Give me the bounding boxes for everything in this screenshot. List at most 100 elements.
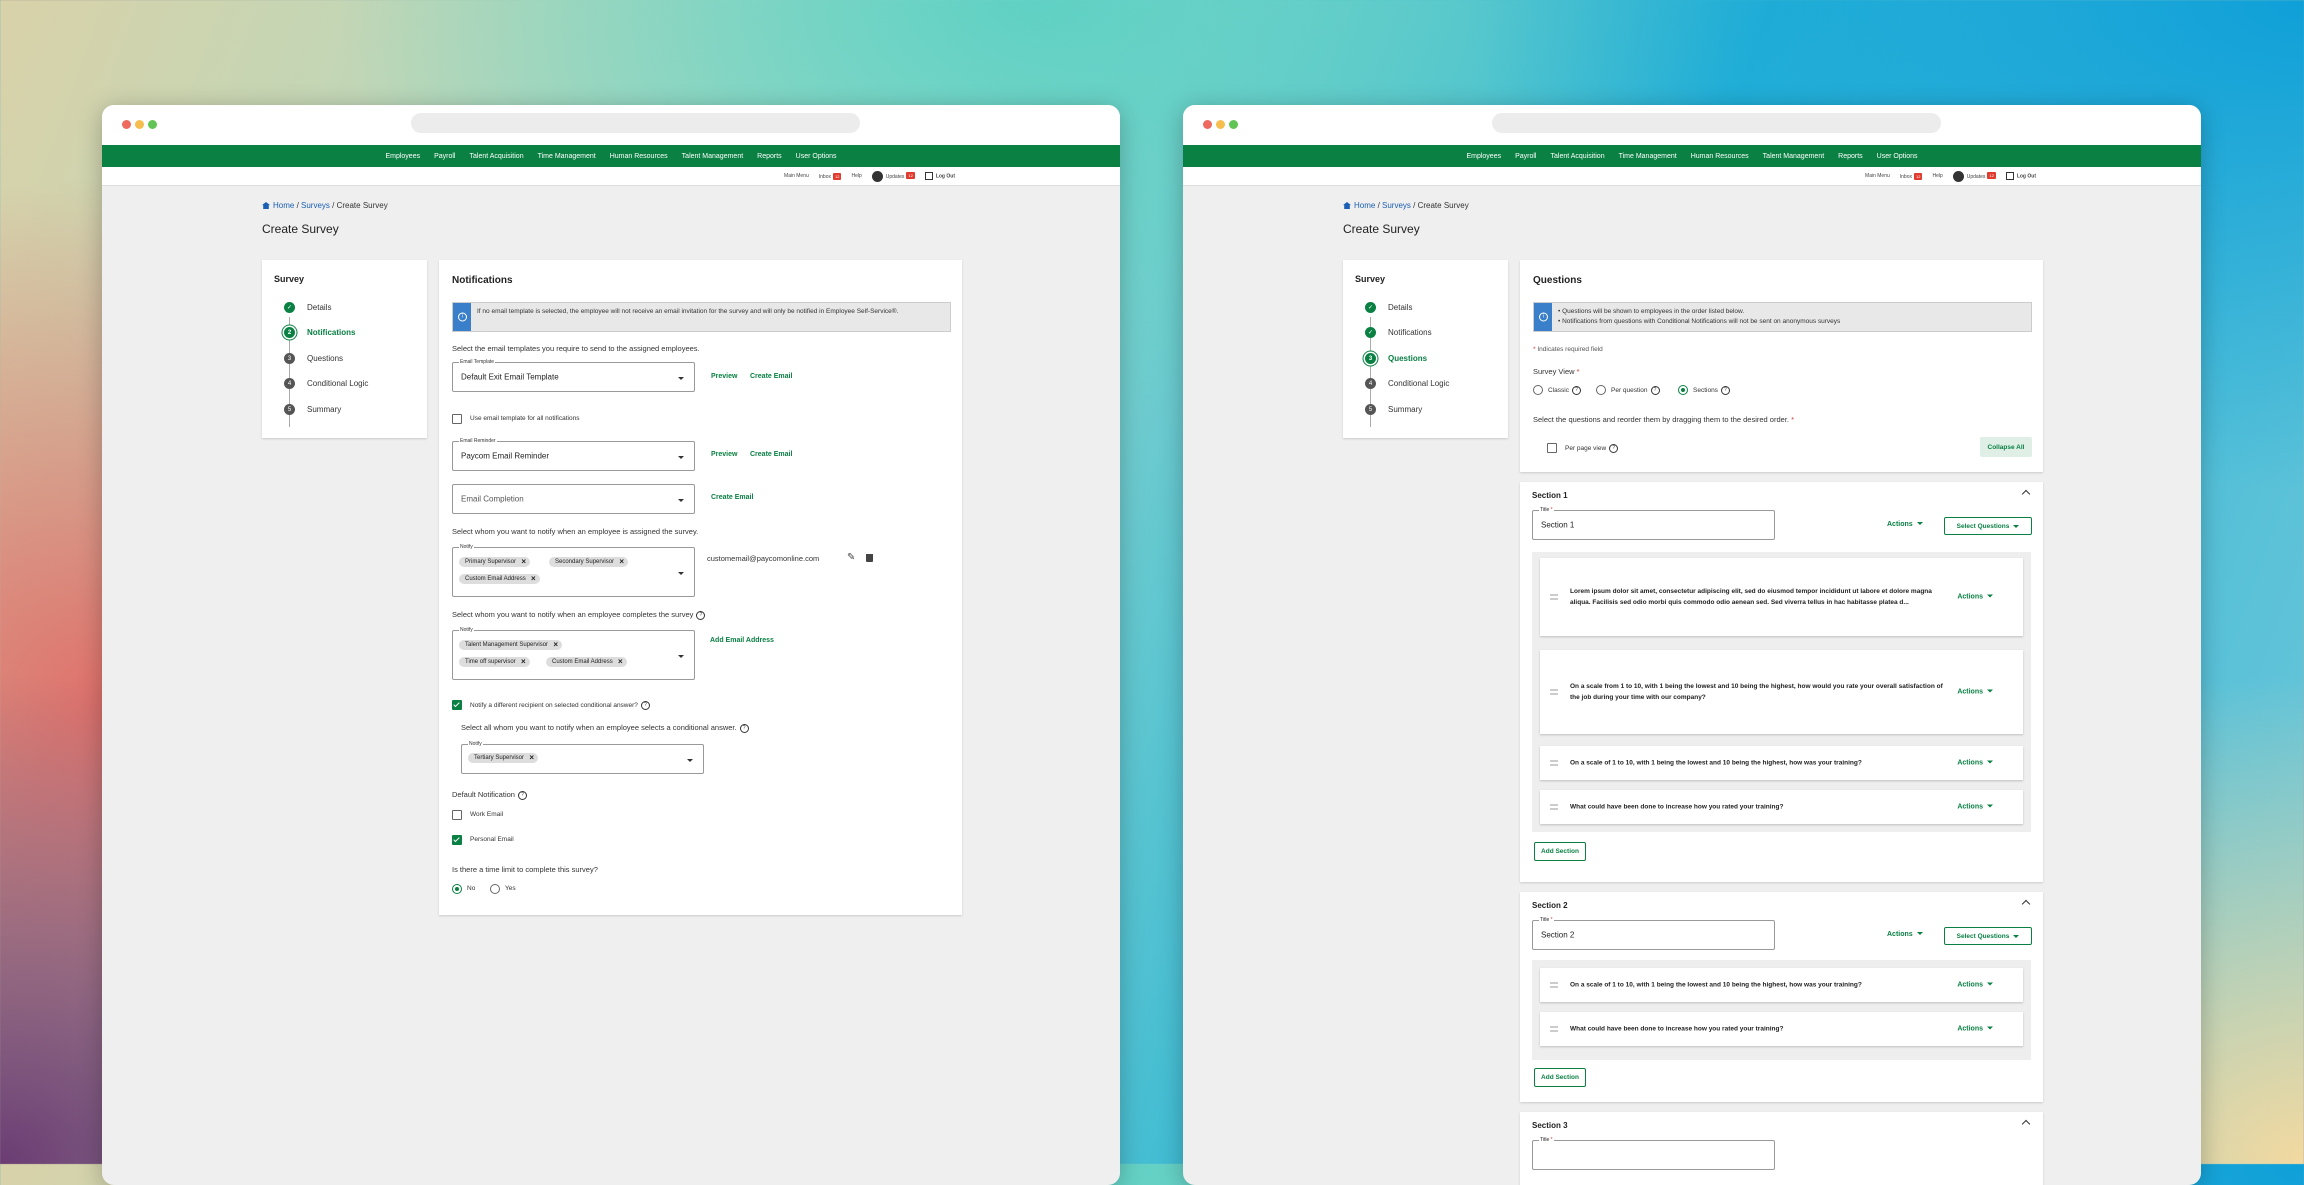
personal-email-checkbox[interactable] bbox=[452, 835, 462, 845]
minimize-window-dot[interactable] bbox=[1216, 120, 1225, 129]
notify-assigned-select[interactable]: Notify Primary Supervisor × Secondary Sup… bbox=[452, 544, 695, 597]
question-item[interactable]: What could have been done to increase ho… bbox=[1540, 790, 2023, 824]
help-icon[interactable]: ? bbox=[739, 723, 749, 733]
close-icon[interactable]: × bbox=[619, 558, 624, 566]
question-item[interactable]: Lorem ipsum dolor sit amet, consectetur … bbox=[1540, 558, 2023, 636]
nav-user-options[interactable]: User Options bbox=[789, 153, 844, 160]
step-summary[interactable]: 5 Summary bbox=[284, 404, 341, 415]
breadcrumb-surveys[interactable]: Surveys bbox=[1382, 201, 1411, 210]
maximize-window-dot[interactable] bbox=[1229, 120, 1238, 129]
chevron-up-icon[interactable] bbox=[2021, 489, 2031, 499]
breadcrumb-surveys[interactable]: Surveys bbox=[301, 201, 330, 210]
preview-link[interactable]: Preview bbox=[711, 373, 737, 380]
step-summary[interactable]: 5 Summary bbox=[1365, 404, 1422, 415]
drag-handle-icon[interactable] bbox=[1550, 982, 1558, 988]
step-details[interactable]: ✓ Details bbox=[284, 302, 331, 313]
updates-link[interactable]: Updates 12 bbox=[1952, 170, 1996, 182]
question-item[interactable]: On a scale of 1 to 10, with 1 being the … bbox=[1540, 746, 2023, 780]
help-icon[interactable]: ? bbox=[1650, 386, 1660, 395]
pencil-icon[interactable]: ✎ bbox=[847, 552, 855, 563]
chip-secondary-supervisor[interactable]: Secondary Supervisor × bbox=[549, 557, 629, 567]
nav-payroll[interactable]: Payroll bbox=[427, 153, 462, 160]
minimize-window-dot[interactable] bbox=[135, 120, 144, 129]
question-actions-menu[interactable]: Actions bbox=[1957, 689, 1993, 696]
step-notifications[interactable]: 2 Notifications bbox=[284, 327, 355, 338]
home-icon[interactable] bbox=[262, 202, 270, 209]
section-title-input[interactable]: Title * bbox=[1532, 1137, 1775, 1170]
step-conditional-logic[interactable]: 4 Conditional Logic bbox=[284, 378, 368, 389]
create-email-link[interactable]: Create Email bbox=[711, 494, 753, 501]
add-email-address-link[interactable]: Add Email Address bbox=[710, 637, 774, 644]
sections-radio[interactable] bbox=[1678, 385, 1688, 395]
nav-time-management[interactable]: Time Management bbox=[1612, 153, 1684, 160]
time-limit-yes-radio[interactable] bbox=[490, 884, 500, 894]
drag-handle-icon[interactable] bbox=[1550, 594, 1558, 600]
chip-time-off-supervisor[interactable]: Time off supervisor × bbox=[459, 657, 530, 667]
notify-conditional-select[interactable]: Notify Tertiary Supervisor × bbox=[461, 741, 704, 774]
address-bar[interactable] bbox=[411, 113, 860, 133]
question-actions-menu[interactable]: Actions bbox=[1957, 982, 1993, 989]
step-questions[interactable]: 3 Questions bbox=[284, 353, 343, 364]
inbox-link[interactable]: Inbox 12 bbox=[1900, 172, 1923, 180]
select-questions-button[interactable]: Select Questions bbox=[1944, 927, 2032, 945]
chevron-up-icon[interactable] bbox=[2021, 1119, 2031, 1129]
close-icon[interactable]: × bbox=[553, 641, 558, 649]
updates-link[interactable]: Updates 12 bbox=[871, 170, 915, 182]
nav-time-management[interactable]: Time Management bbox=[531, 153, 603, 160]
breadcrumb-home[interactable]: Home bbox=[273, 201, 294, 210]
nav-user-options[interactable]: User Options bbox=[1870, 153, 1925, 160]
add-section-button[interactable]: Add Section bbox=[1534, 1068, 1586, 1087]
help-icon[interactable]: ? bbox=[640, 701, 650, 710]
help-icon[interactable]: ? bbox=[1609, 444, 1619, 453]
close-window-dot[interactable] bbox=[1203, 120, 1212, 129]
help-link[interactable]: Help bbox=[851, 173, 861, 179]
preview-link[interactable]: Preview bbox=[711, 451, 737, 458]
create-email-link[interactable]: Create Email bbox=[750, 373, 792, 380]
nav-talent-acquisition[interactable]: Talent Acquisition bbox=[1544, 153, 1612, 160]
add-section-button[interactable]: Add Section bbox=[1534, 842, 1586, 861]
main-menu-link[interactable]: Main Menu bbox=[1865, 173, 1890, 179]
nav-employees[interactable]: Employees bbox=[1459, 153, 1508, 160]
close-icon[interactable]: × bbox=[529, 754, 534, 762]
main-menu-link[interactable]: Main Menu bbox=[784, 173, 809, 179]
select-questions-button[interactable]: Select Questions bbox=[1944, 517, 2032, 535]
email-completion-select[interactable]: Email Completion bbox=[452, 484, 695, 514]
close-icon[interactable]: × bbox=[618, 658, 623, 666]
collapse-all-button[interactable]: Collapse All bbox=[1980, 437, 2032, 457]
section-actions-menu[interactable]: Actions bbox=[1887, 931, 1923, 938]
question-actions-menu[interactable]: Actions bbox=[1957, 1026, 1993, 1033]
section-actions-menu[interactable]: Actions bbox=[1887, 521, 1923, 528]
nav-talent-acquisition[interactable]: Talent Acquisition bbox=[463, 153, 531, 160]
close-icon[interactable]: × bbox=[531, 575, 536, 583]
step-notifications[interactable]: ✓ Notifications bbox=[1365, 327, 1432, 338]
nav-reports[interactable]: Reports bbox=[750, 153, 789, 160]
section-title-input[interactable]: Title * Section 1 bbox=[1532, 507, 1775, 540]
logout-link[interactable]: Log Out bbox=[924, 172, 955, 180]
maximize-window-dot[interactable] bbox=[148, 120, 157, 129]
question-actions-menu[interactable]: Actions bbox=[1957, 804, 1993, 811]
step-conditional-logic[interactable]: 4 Conditional Logic bbox=[1365, 378, 1449, 389]
chevron-up-icon[interactable] bbox=[2021, 899, 2031, 909]
chip-custom-email[interactable]: Custom Email Address × bbox=[546, 657, 627, 667]
trash-icon[interactable] bbox=[866, 554, 873, 562]
close-window-dot[interactable] bbox=[122, 120, 131, 129]
email-reminder-select[interactable]: Email Reminder Paycom Email Reminder bbox=[452, 438, 695, 471]
help-icon[interactable]: ? bbox=[696, 610, 706, 620]
notify-completes-select[interactable]: Notify Talent Management Supervisor × Tim… bbox=[452, 627, 695, 680]
inbox-link[interactable]: Inbox 12 bbox=[819, 172, 842, 180]
close-icon[interactable]: × bbox=[521, 658, 526, 666]
step-questions[interactable]: 3 Questions bbox=[1365, 353, 1427, 364]
drag-handle-icon[interactable] bbox=[1550, 804, 1558, 810]
help-icon[interactable]: ? bbox=[1720, 386, 1730, 395]
nav-human-resources[interactable]: Human Resources bbox=[603, 153, 675, 160]
address-bar[interactable] bbox=[1492, 113, 1941, 133]
logout-link[interactable]: Log Out bbox=[2005, 172, 2036, 180]
work-email-checkbox[interactable] bbox=[452, 810, 462, 820]
nav-talent-management[interactable]: Talent Management bbox=[1756, 153, 1831, 160]
question-item[interactable]: What could have been done to increase ho… bbox=[1540, 1012, 2023, 1046]
chip-primary-supervisor[interactable]: Primary Supervisor × bbox=[459, 557, 531, 567]
drag-handle-icon[interactable] bbox=[1550, 689, 1558, 695]
notify-different-checkbox[interactable] bbox=[452, 700, 462, 710]
chip-tertiary-supervisor[interactable]: Tertiary Supervisor × bbox=[468, 753, 539, 763]
email-template-select[interactable]: Email Template Default Exit Email Templa… bbox=[452, 359, 695, 392]
